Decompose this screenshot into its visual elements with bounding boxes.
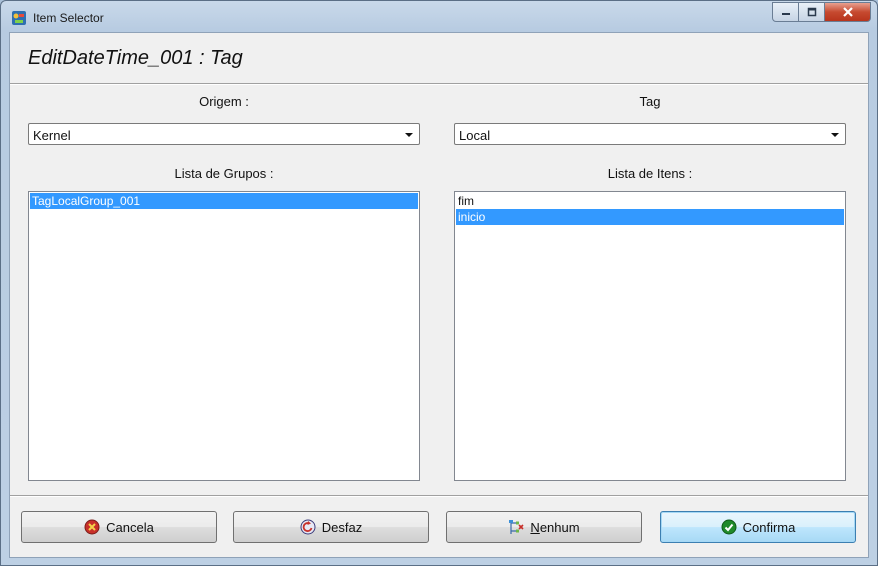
cancel-icon [84,519,100,535]
groups-list[interactable]: TagLocalGroup_001 [28,191,420,481]
confirm-label: Confirma [742,519,796,535]
list-item[interactable]: fim [456,193,844,209]
caption-buttons [772,2,871,22]
maximize-button[interactable] [799,2,825,22]
minimize-icon [781,13,790,15]
cancel-button[interactable]: Cancela [21,511,217,543]
type-select[interactable]: Local [454,123,846,145]
minimize-button[interactable] [772,2,799,22]
item-selector-window: Item Selector EditDateTime_001 : Tag Ori… [0,0,878,566]
source-select-value: Kernel [33,128,71,143]
items-label: Lista de Itens : [607,166,693,181]
groups-label: Lista de Grupos : [174,166,274,181]
footer-divider [10,495,868,497]
list-item[interactable]: TagLocalGroup_001 [30,193,418,209]
none-icon [509,520,524,534]
close-icon [842,7,853,17]
chevron-down-icon [831,133,839,137]
close-button[interactable] [825,2,871,22]
type-label: Tag [639,94,661,109]
maximize-icon [807,7,816,17]
title-bar[interactable]: Item Selector [1,1,877,33]
undo-icon [300,519,316,535]
confirm-button[interactable]: Confirma [660,511,856,543]
page-title: EditDateTime_001 : Tag [28,47,243,69]
none-label: Nenhum [530,519,580,535]
cancel-label: Cancela [106,519,154,535]
undo-button[interactable]: Desfaz [233,511,429,543]
list-item[interactable]: inicio [456,209,844,225]
items-list[interactable]: fim inicio [454,191,846,481]
source-label: Origem : [199,94,249,109]
check-icon [721,519,737,535]
source-select[interactable]: Kernel [28,123,420,145]
header-divider [10,83,868,85]
type-select-value: Local [459,128,491,143]
undo-label: Desfaz [321,519,363,535]
dialog-body: EditDateTime_001 : Tag Origem : Kernel L… [9,32,869,558]
chevron-down-icon [405,133,413,137]
window-title: Item Selector [33,11,104,25]
none-button[interactable]: Nenhum [446,511,642,543]
app-icon [12,11,26,25]
